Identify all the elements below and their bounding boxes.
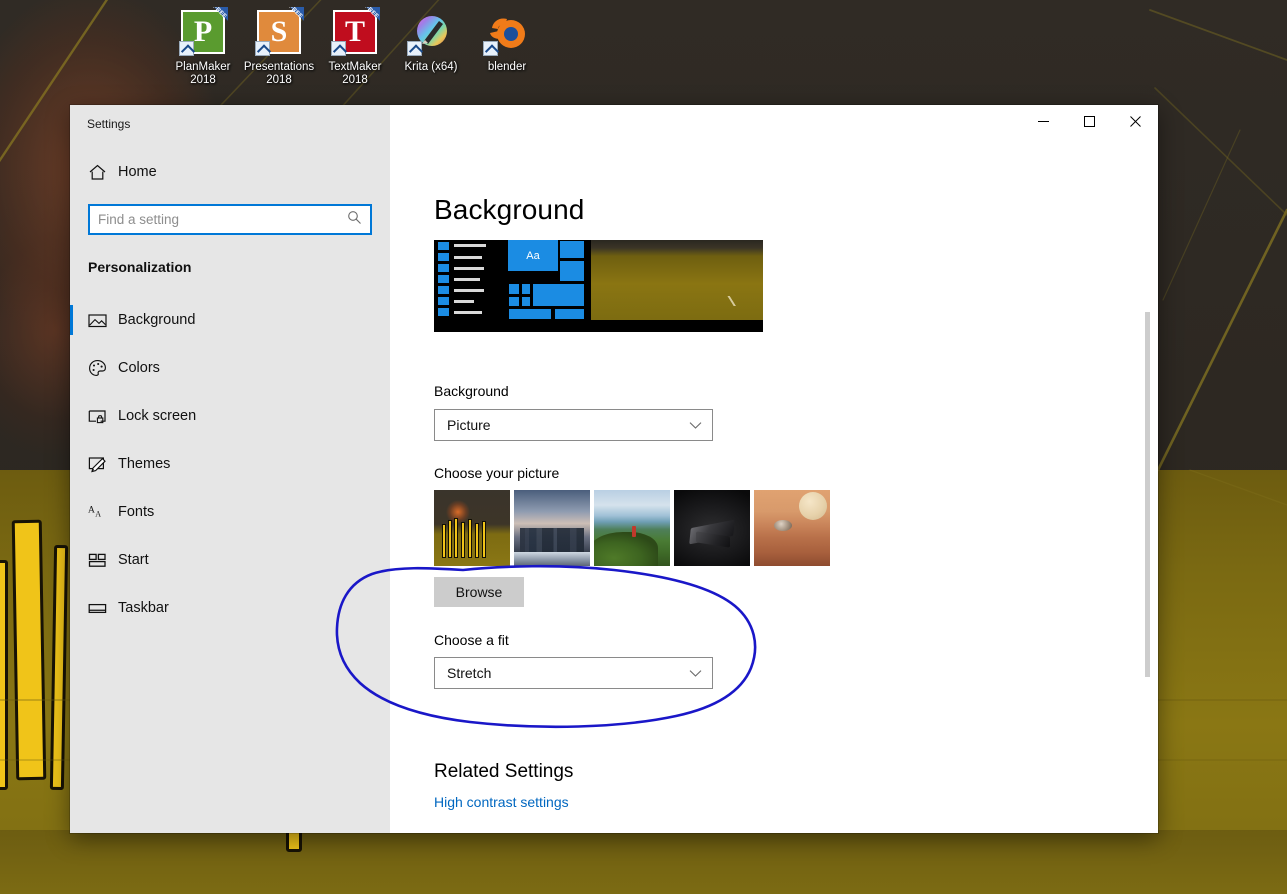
minimize-button[interactable] [1020, 105, 1066, 137]
sidebar-item-background[interactable]: Background [70, 296, 390, 344]
link-high-contrast-settings[interactable]: High contrast settings [434, 794, 1158, 810]
search-wrapper [70, 193, 390, 235]
settings-sidebar: Home Personalization [70, 142, 390, 833]
choose-picture-label: Choose your picture [434, 465, 1158, 481]
free-badge: FREE [280, 7, 304, 31]
maximize-icon [1084, 116, 1095, 127]
sidebar-item-colors[interactable]: Colors [70, 344, 390, 392]
shortcut-arrow-icon [407, 41, 422, 56]
window-titlebar[interactable]: Settings [70, 105, 1158, 142]
sidebar-item-label: Start [118, 552, 149, 568]
search-input[interactable] [90, 212, 370, 227]
sidebar-item-label: Taskbar [118, 600, 169, 616]
desktop-icon-label: TextMaker 2018 [328, 61, 381, 87]
preview-tiles: Aa [508, 240, 585, 320]
search-box[interactable] [88, 204, 372, 235]
sidebar-item-home[interactable]: Home [70, 151, 390, 193]
picture-icon [88, 311, 118, 330]
content-scrollbar[interactable] [1145, 312, 1150, 677]
desktop-icon-label: Krita (x64) [404, 61, 457, 74]
desktop: P FREE PlanMaker 2018 S FREE Presentatio… [0, 0, 1287, 894]
chevron-down-icon [689, 421, 702, 430]
shortcut-arrow-icon [255, 41, 270, 56]
blender-icon [483, 8, 531, 56]
shortcut-arrow-icon [483, 41, 498, 56]
lock-screen-icon [88, 407, 118, 426]
background-type-value: Picture [447, 417, 689, 433]
taskbar-icon [88, 599, 118, 618]
shortcut-arrow-icon [179, 41, 194, 56]
desktop-icon-textmaker[interactable]: T FREE TextMaker 2018 [317, 8, 393, 87]
choose-fit-value: Stretch [447, 665, 689, 681]
svg-text:A: A [95, 509, 101, 518]
settings-window: Settings [70, 105, 1158, 833]
sidebar-item-label: Background [118, 312, 195, 328]
related-settings-heading: Related Settings [434, 761, 1158, 783]
desktop-icon-label: blender [488, 61, 526, 74]
thumbnail-dark-abstract[interactable] [674, 490, 750, 566]
maximize-button[interactable] [1066, 105, 1112, 137]
sidebar-item-label: Themes [118, 456, 170, 472]
sidebar-nav-list: Background Colors Lock screen [70, 296, 390, 632]
sidebar-item-themes[interactable]: Themes [70, 440, 390, 488]
settings-content: Background [390, 142, 1158, 833]
fonts-aa-icon: AA [88, 503, 118, 522]
desktop-icon-planmaker[interactable]: P FREE PlanMaker 2018 [165, 8, 241, 87]
textmaker-icon: T FREE [331, 8, 379, 56]
window-controls [1020, 105, 1158, 137]
picture-thumbnails [434, 490, 1158, 566]
titlebar-drag-area[interactable] [390, 105, 1020, 142]
sidebar-item-start[interactable]: Start [70, 536, 390, 584]
choose-fit-label: Choose a fit [434, 632, 1158, 648]
background-type-select[interactable]: Picture [434, 409, 713, 441]
chevron-down-icon [689, 669, 702, 678]
desktop-icon-blender[interactable]: blender [469, 8, 545, 87]
sidebar-item-taskbar[interactable]: Taskbar [70, 584, 390, 632]
palette-icon [88, 359, 118, 378]
preview-app-list [434, 240, 503, 320]
titlebar-left: Settings [70, 105, 390, 142]
browse-button[interactable]: Browse [434, 577, 524, 607]
shortcut-arrow-icon [331, 41, 346, 56]
themes-brush-icon [88, 455, 118, 474]
sidebar-item-label: Fonts [118, 504, 154, 520]
start-tiles-icon [88, 551, 118, 570]
desktop-icon-label: Presentations 2018 [244, 61, 314, 87]
preview-wallpaper [591, 240, 763, 320]
planmaker-icon: P FREE [179, 8, 227, 56]
close-icon [1130, 116, 1141, 127]
thumbnail-city-dusk[interactable] [514, 490, 590, 566]
close-button[interactable] [1112, 105, 1158, 137]
minimize-icon [1038, 116, 1049, 127]
choose-fit-select[interactable]: Stretch [434, 657, 713, 689]
desktop-icon-label: PlanMaker 2018 [176, 61, 231, 87]
thumbnail-green-cliff[interactable] [594, 490, 670, 566]
page-title: Background [434, 142, 1158, 226]
sidebar-home-label: Home [118, 164, 157, 180]
preview-tile-aa: Aa [508, 240, 558, 271]
sidebar-item-label: Colors [118, 360, 160, 376]
sidebar-item-label: Lock screen [118, 408, 196, 424]
desktop-icon-krita[interactable]: Krita (x64) [393, 8, 469, 87]
svg-text:A: A [88, 505, 95, 515]
background-preview: Aa [434, 240, 763, 332]
free-badge: FREE [204, 7, 228, 31]
krita-icon [407, 8, 455, 56]
sidebar-category-title: Personalization [70, 235, 390, 275]
sidebar-item-lock-screen[interactable]: Lock screen [70, 392, 390, 440]
presentations-icon: S FREE [255, 8, 303, 56]
background-type-label: Background [434, 383, 1158, 399]
link-sync-your-settings[interactable]: Sync your settings [434, 831, 1158, 833]
desktop-icon-row: P FREE PlanMaker 2018 S FREE Presentatio… [165, 8, 545, 87]
thumbnail-mars-moon[interactable] [754, 490, 830, 566]
desktop-icon-presentations[interactable]: S FREE Presentations 2018 [241, 8, 317, 87]
window-title: Settings [87, 117, 130, 131]
home-icon [88, 163, 118, 182]
free-badge: FREE [356, 7, 380, 31]
sidebar-item-fonts[interactable]: AA Fonts [70, 488, 390, 536]
window-body: Home Personalization [70, 142, 1158, 833]
thumbnail-yellow-posts[interactable] [434, 490, 510, 566]
